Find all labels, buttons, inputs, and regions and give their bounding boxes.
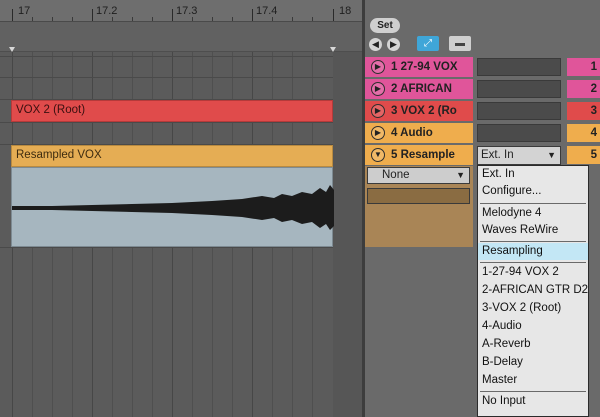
arrow-left-icon[interactable]: ◀ (369, 38, 382, 51)
chevron-down-icon[interactable]: ▼ (371, 148, 385, 162)
routing-slot-3[interactable] (477, 102, 561, 120)
track-number-3[interactable]: 3 (567, 102, 600, 120)
menu-item-track-3[interactable]: 3-VOX 2 (Root) (478, 300, 588, 317)
menu-item-track-1[interactable]: 1-27-94 VOX 2 (478, 264, 588, 281)
menu-separator (480, 262, 586, 263)
ruler-tick (252, 9, 253, 21)
routing-slot-4[interactable] (477, 124, 561, 142)
clip-vox2-root[interactable]: VOX 2 (Root) (11, 100, 333, 122)
expand-diagonal-icon[interactable]: ⤢ (417, 36, 439, 51)
menu-separator (480, 241, 586, 242)
track-name: 5 Resample (391, 149, 455, 161)
ruler-tick (272, 17, 273, 21)
menu-item-waves-rewire[interactable]: Waves ReWire (478, 222, 588, 239)
menu-item-configure[interactable]: Configure... (478, 183, 588, 200)
ruler-tick (132, 17, 133, 21)
track-number-1[interactable]: 1 (567, 58, 600, 76)
track-header-5[interactable]: ▼ 5 Resample (365, 145, 473, 165)
track-name: 2 AFRICAN (391, 83, 452, 95)
ruler-tick (312, 17, 313, 21)
ruler-tick (212, 17, 213, 21)
track-number-2[interactable]: 2 (567, 80, 600, 98)
track-number-4[interactable]: 4 (567, 124, 600, 142)
set-button[interactable]: Set (370, 18, 400, 33)
ruler-tick (52, 17, 53, 21)
input-channel-value: None (382, 169, 410, 181)
ruler-label-17-2: 17.2 (96, 5, 118, 17)
ruler-tick (72, 17, 73, 21)
menu-item-master[interactable]: Master (478, 372, 588, 389)
ruler-tick (333, 9, 334, 21)
play-icon[interactable]: ▶ (371, 60, 385, 74)
play-icon[interactable]: ▶ (371, 82, 385, 96)
ruler-tick (292, 17, 293, 21)
clip-waveform[interactable] (11, 167, 334, 247)
menu-item-reverb[interactable]: A-Reverb (478, 336, 588, 353)
folder-icon[interactable]: ▬ (449, 36, 471, 51)
menu-item-track-4[interactable]: 4-Audio (478, 318, 588, 335)
track-header-2[interactable]: ▶ 2 AFRICAN (365, 79, 473, 99)
ruler-tick (112, 17, 113, 21)
arrangement-end-region (333, 52, 362, 417)
routing-slot-1[interactable] (477, 58, 561, 76)
ruler-label-17: 17 (18, 5, 31, 17)
routing-slot-2[interactable] (477, 80, 561, 98)
track-number-5[interactable]: 5 (567, 146, 600, 164)
track-header-4[interactable]: ▶ 4 Audio (365, 123, 473, 143)
chevron-down-icon: ▼ (547, 150, 556, 160)
menu-separator (480, 203, 586, 204)
track-header-3[interactable]: ▶ 3 VOX 2 (Ro (365, 101, 473, 121)
ruler-tick (152, 17, 153, 21)
ruler-tick (192, 17, 193, 21)
audio-from-select[interactable]: Ext. In ▼ (477, 146, 561, 165)
track-name: 4 Audio (391, 127, 433, 139)
ruler-tick (32, 17, 33, 21)
ruler-label-18: 18 (339, 5, 352, 17)
track-name: 1 27-94 VOX (391, 61, 458, 73)
ruler-tick (12, 9, 13, 21)
play-icon[interactable]: ▶ (371, 104, 385, 118)
waveform-graphic (12, 185, 334, 230)
ruler-tick (232, 17, 233, 21)
chevron-down-icon: ▼ (456, 170, 465, 180)
menu-item-resampling[interactable]: Resampling (478, 243, 588, 260)
menu-item-melodyne[interactable]: Melodyne 4 (478, 205, 588, 222)
track-header-1[interactable]: ▶ 1 27-94 VOX (365, 57, 473, 77)
track-name: 3 VOX 2 (Ro (391, 105, 457, 117)
menu-item-delay[interactable]: B-Delay (478, 354, 588, 371)
lane-divider (0, 56, 362, 57)
ruler-label-17-4: 17.4 (256, 5, 278, 17)
ruler-tick (92, 9, 93, 21)
lane-divider (0, 122, 362, 123)
monitor-slot[interactable] (367, 188, 470, 204)
loop-brace-strip[interactable] (0, 22, 362, 52)
clip-resampled-vox[interactable]: Resampled VOX (11, 145, 333, 167)
ruler-label-17-3: 17.3 (176, 5, 198, 17)
menu-item-ext-in[interactable]: Ext. In (478, 166, 588, 183)
menu-item-no-input[interactable]: No Input (478, 393, 588, 410)
menu-separator (480, 391, 586, 392)
beat-time-ruler[interactable]: 17 17.2 17.3 17.4 18 (0, 0, 362, 22)
audio-from-value: Ext. In (481, 149, 514, 161)
arrow-right-icon[interactable]: ▶ (387, 38, 400, 51)
menu-item-track-2[interactable]: 2-AFRICAN GTR D2 (478, 282, 588, 299)
play-icon[interactable]: ▶ (371, 126, 385, 140)
ruler-tick (172, 9, 173, 21)
input-channel-select[interactable]: None ▼ (367, 167, 470, 184)
input-type-dropdown-menu: Ext. In Configure... Melodyne 4 Waves Re… (477, 165, 589, 417)
lane-divider (0, 77, 362, 78)
